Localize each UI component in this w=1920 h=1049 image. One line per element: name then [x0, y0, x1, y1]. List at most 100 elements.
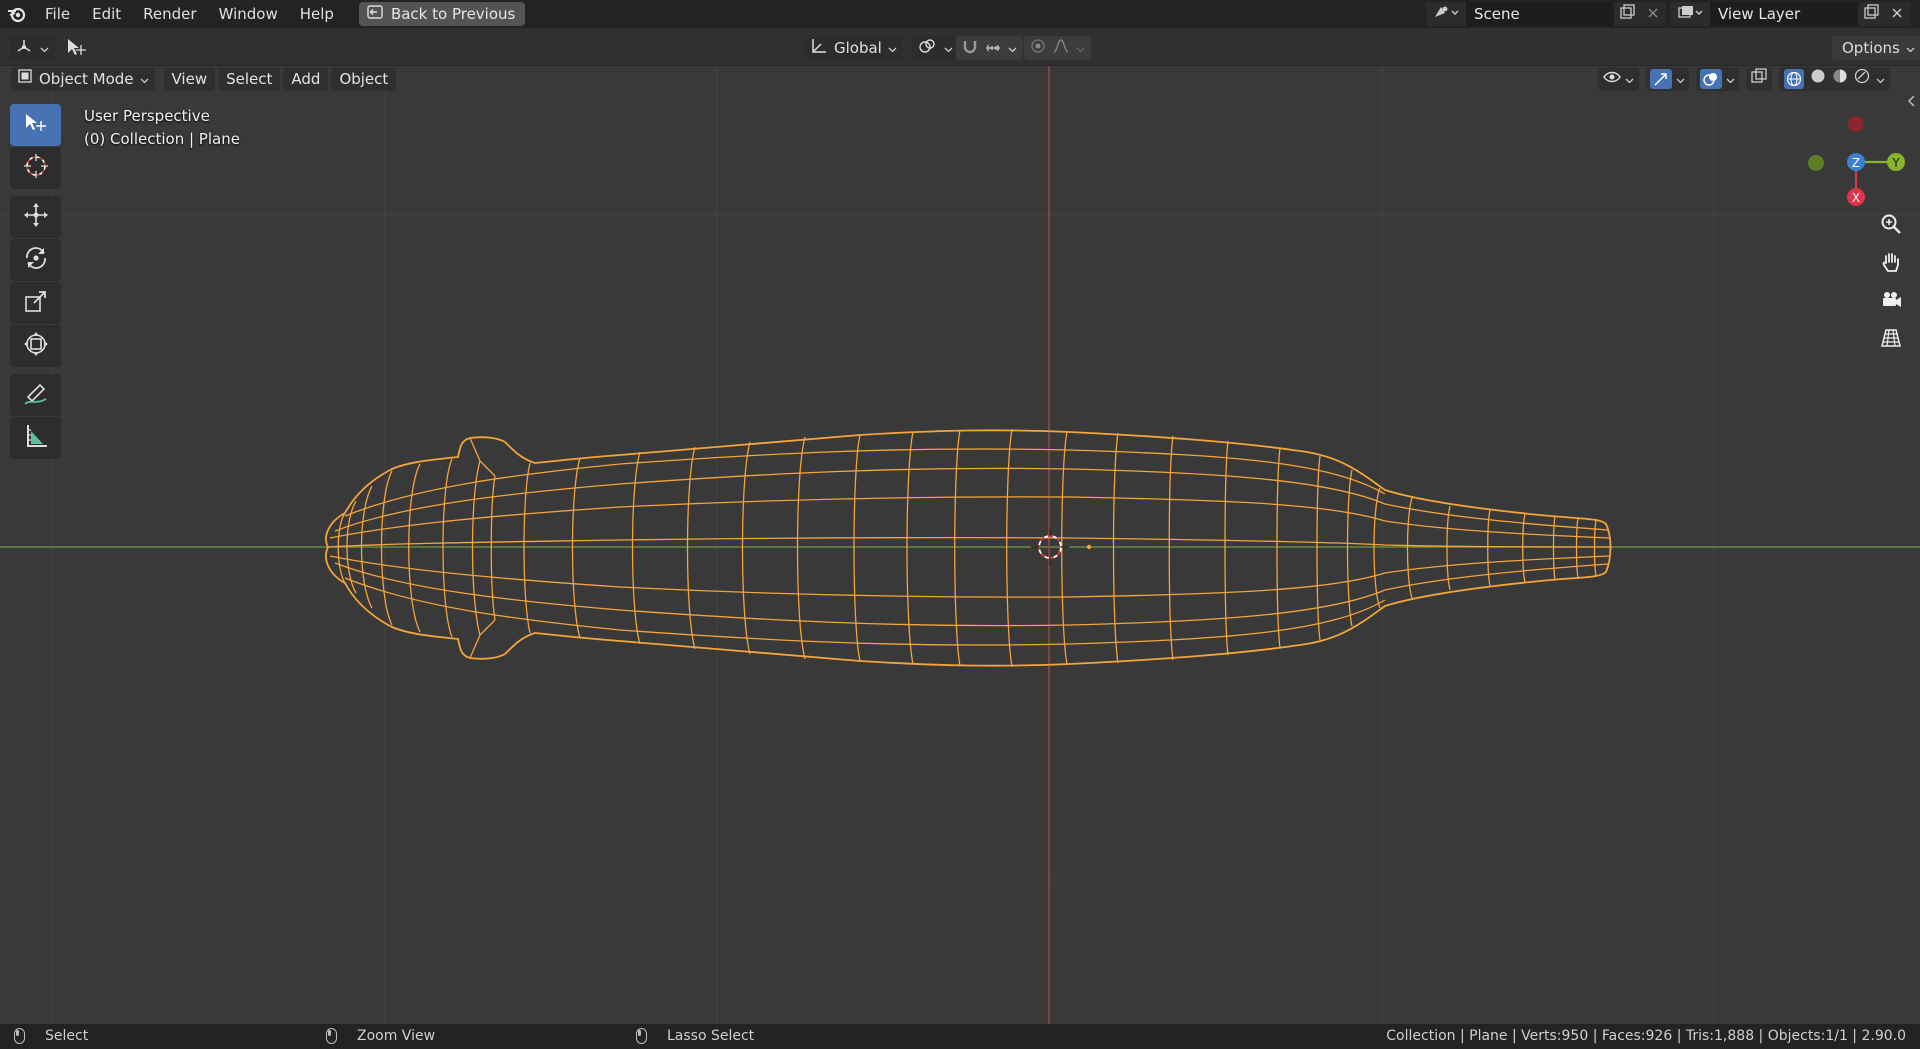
- chevron-down-icon: [1676, 67, 1685, 91]
- annotate-icon: [22, 379, 50, 411]
- chevron-down-icon: [944, 39, 953, 57]
- sidebar-toggle-arrow-icon[interactable]: [1906, 94, 1916, 112]
- scene-browse-button[interactable]: [1426, 2, 1466, 26]
- blender-logo-icon[interactable]: [0, 0, 34, 28]
- camera-view-button[interactable]: [1875, 286, 1907, 318]
- duplicate-icon: [1863, 4, 1879, 24]
- measure-icon: [22, 422, 50, 454]
- gizmo-icon: [1650, 69, 1672, 89]
- move-icon: [22, 201, 50, 233]
- shading-mode-group: [1779, 67, 1890, 91]
- zoom-icon: [1880, 213, 1902, 239]
- camera-icon: [1880, 289, 1902, 315]
- object-mode-label: Object Mode: [39, 70, 134, 88]
- menu-edit[interactable]: Edit: [81, 0, 132, 28]
- object-origin-dot: [1086, 544, 1092, 550]
- tool-header: Global Options: [0, 28, 1920, 66]
- view-name-label: User Perspective: [84, 107, 210, 125]
- status-right-hint: Lasso Select: [636, 1028, 754, 1044]
- close-icon: [1891, 5, 1903, 23]
- view-layer-browse-button[interactable]: [1670, 2, 1710, 26]
- pan-view-button[interactable]: [1875, 248, 1907, 280]
- status-bar: Select Zoom View Lasso Select Collection…: [0, 1024, 1920, 1049]
- status-middle-hint: Zoom View: [326, 1028, 435, 1044]
- orientation-icon: [810, 38, 828, 58]
- view-layer-icon: [1677, 4, 1703, 24]
- tool-scale[interactable]: [10, 282, 61, 324]
- transform-orientation-dropdown[interactable]: Global: [804, 35, 902, 61]
- view-layer-selector: View Layer: [1670, 2, 1910, 26]
- overlays-toggle[interactable]: [1696, 67, 1739, 91]
- viewport-3d-icon: [16, 38, 34, 58]
- tweak-tool-icon[interactable]: [64, 35, 90, 61]
- status-select-label: Select: [45, 1028, 89, 1044]
- menu-help[interactable]: Help: [289, 0, 345, 28]
- chevron-down-icon: [1076, 39, 1085, 57]
- transform-orientation-label: Global: [834, 39, 882, 57]
- scene-name-field[interactable]: Scene: [1466, 2, 1614, 26]
- delete-scene-button[interactable]: [1640, 2, 1666, 26]
- tool-transform[interactable]: [10, 325, 61, 367]
- grid-perspective-icon: [1880, 327, 1902, 353]
- object-mode-dropdown[interactable]: Object Mode: [11, 67, 155, 91]
- viewport-header-menu: Object Mode View Select Add Object: [11, 66, 399, 92]
- proportional-editing-toggle[interactable]: [1024, 35, 1091, 61]
- back-to-previous-button[interactable]: Back to Previous: [358, 2, 526, 26]
- scale-icon: [22, 287, 50, 319]
- pivot-point-dropdown[interactable]: [912, 35, 959, 61]
- material-preview-icon[interactable]: [1832, 67, 1848, 91]
- menu-file[interactable]: File: [34, 0, 81, 28]
- chevron-down-icon: [40, 39, 49, 57]
- solid-shading-icon[interactable]: [1810, 67, 1826, 91]
- magnet-icon: [962, 38, 978, 58]
- rotate-icon: [22, 244, 50, 276]
- viewport-menu-view[interactable]: View: [163, 67, 216, 91]
- tool-move[interactable]: [10, 196, 61, 238]
- new-scene-button[interactable]: [1614, 2, 1640, 26]
- mouse-left-icon: [14, 1028, 25, 1044]
- 3d-viewport[interactable]: Object Mode View Select Add Object User …: [0, 66, 1920, 1024]
- status-left-hint: Select: [14, 1028, 88, 1044]
- chevron-down-icon: [1906, 39, 1915, 57]
- gizmo-toggle[interactable]: [1646, 67, 1689, 91]
- falloff-curve-icon: [1052, 38, 1070, 58]
- snap-toggle[interactable]: [956, 35, 1023, 61]
- view-layer-name-field[interactable]: View Layer: [1710, 2, 1858, 26]
- zoom-view-button[interactable]: [1875, 210, 1907, 242]
- tool-annotate[interactable]: [10, 374, 61, 416]
- viewport-menu-object[interactable]: Object: [331, 67, 397, 91]
- new-view-layer-button[interactable]: [1858, 2, 1884, 26]
- options-dropdown[interactable]: Options: [1832, 35, 1920, 61]
- tool-cursor[interactable]: [10, 147, 61, 189]
- tool-rotate[interactable]: [10, 239, 61, 281]
- mouse-right-icon: [636, 1028, 647, 1044]
- delete-view-layer-button[interactable]: [1884, 2, 1910, 26]
- chevron-down-icon: [1008, 39, 1017, 57]
- chevron-down-icon: [888, 39, 897, 57]
- xray-toggle[interactable]: [1746, 67, 1772, 91]
- select-box-icon: [23, 111, 49, 139]
- chevron-down-icon: [1625, 67, 1634, 91]
- editor-type-dropdown[interactable]: [10, 35, 55, 61]
- rendered-shading-icon[interactable]: [1854, 67, 1870, 91]
- viewport-menu-add[interactable]: Add: [283, 67, 329, 91]
- visibility-dropdown[interactable]: [1598, 67, 1639, 91]
- scene-selector: Scene: [1426, 2, 1666, 26]
- options-label: Options: [1842, 39, 1900, 57]
- wireframe-shading-icon[interactable]: [1784, 69, 1804, 89]
- tool-measure[interactable]: [10, 417, 61, 459]
- scene-icon: [1433, 4, 1459, 24]
- status-zoom-label: Zoom View: [357, 1028, 436, 1044]
- chevron-down-icon[interactable]: [1876, 67, 1885, 91]
- tool-select-box[interactable]: [10, 104, 61, 146]
- menu-window[interactable]: Window: [208, 0, 289, 28]
- perspective-toggle-button[interactable]: [1875, 324, 1907, 356]
- viewport-shading-controls: [1598, 66, 1893, 92]
- menu-render[interactable]: Render: [132, 0, 207, 28]
- eye-icon: [1603, 67, 1621, 91]
- tool-shelf: [10, 104, 63, 460]
- duplicate-icon: [1619, 4, 1635, 24]
- cursor-icon: [22, 152, 50, 184]
- chevron-down-icon: [140, 67, 149, 91]
- viewport-menu-select[interactable]: Select: [218, 67, 281, 91]
